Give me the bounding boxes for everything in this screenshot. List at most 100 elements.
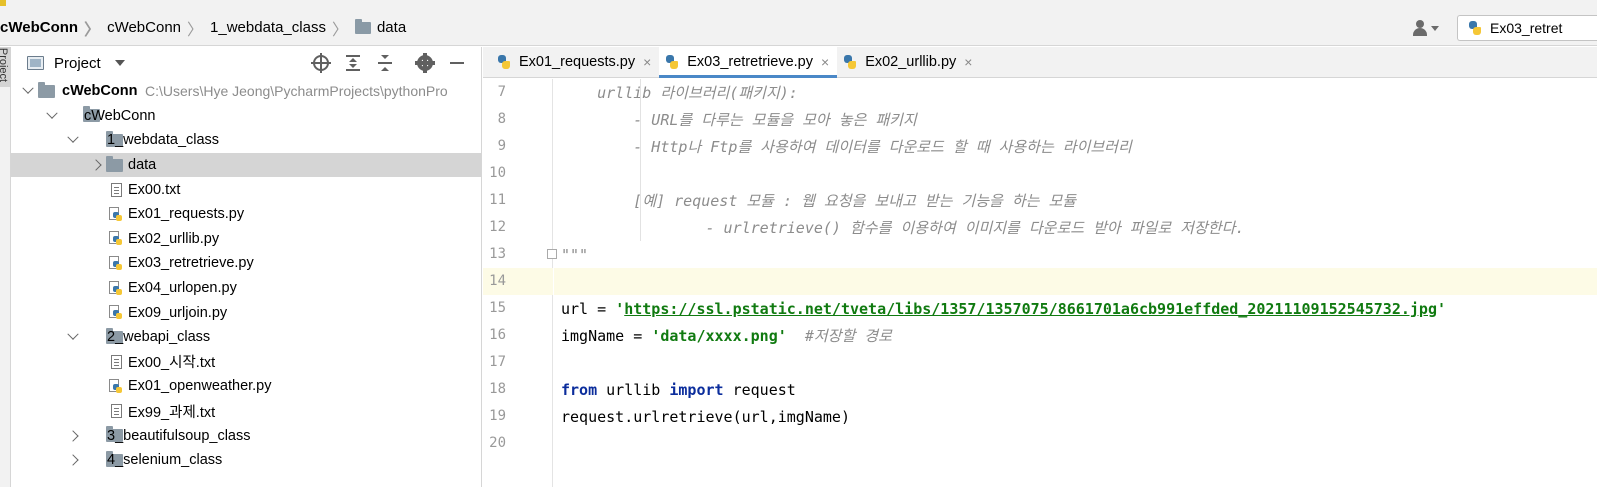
tree-file-item[interactable]: Ex99_과제.txt (11, 399, 481, 424)
fold-marker-icon[interactable] (547, 249, 557, 259)
editor-tab[interactable]: Ex02_urllib.py × (837, 47, 980, 77)
code-line[interactable]: request.urlretrieve(url,imgName) (554, 403, 1597, 430)
line-number: 15 (489, 300, 506, 316)
hide-panel-button[interactable] (441, 47, 473, 79)
line-number: 16 (489, 327, 506, 343)
code-token: 'data/xxxx.png' (651, 326, 787, 345)
chevron-right-icon[interactable] (66, 453, 80, 467)
line-number: 19 (489, 408, 506, 424)
tree-file-item[interactable]: Ex04_urlopen.py (11, 276, 481, 301)
line-number: 18 (489, 381, 506, 397)
code-token: from (561, 380, 598, 399)
code-line[interactable]: [예] request 모듈 : 웹 요청을 보내고 받는 기능을 하는 모듈 (554, 187, 1597, 214)
code-line[interactable]: imgName = 'data/xxxx.png' #저장할 경로 (554, 322, 1597, 349)
tree-item-label: Ex01_requests.py (128, 206, 245, 223)
settings-button[interactable] (409, 47, 441, 79)
close-icon[interactable]: × (643, 54, 651, 70)
tree-file-item[interactable]: Ex00.txt (11, 177, 481, 202)
tree-file-item[interactable]: Ex09_urljoin.py (11, 300, 481, 325)
text-file-icon (111, 404, 122, 419)
chevron-right-icon[interactable] (66, 429, 80, 443)
editor-tab[interactable]: Ex01_requests.py × (491, 47, 659, 77)
code-line[interactable]: url = ' https://ssl.pstatic.net/tveta/lib… (554, 295, 1597, 322)
code-line[interactable] (554, 160, 1597, 187)
breadcrumb-item[interactable]: cWebConn 〉 (0, 16, 107, 40)
breadcrumb-item[interactable]: data (354, 18, 407, 36)
python-icon (1468, 21, 1482, 35)
tree-item-label: cWebConn (62, 83, 138, 100)
tree-file-item[interactable]: Ex02_urllib.py (11, 227, 481, 252)
code-line[interactable] (554, 349, 1597, 376)
minimize-icon (450, 62, 464, 64)
breadcrumb-item[interactable]: cWebConn 〉 (107, 16, 210, 40)
python-file-icon (109, 255, 123, 271)
breadcrumb-label: data (376, 19, 407, 36)
chevron-down-icon[interactable] (66, 133, 80, 147)
run-configuration-selector[interactable]: Ex03_retret (1457, 15, 1597, 41)
close-icon[interactable]: × (821, 54, 829, 70)
user-account-icon[interactable] (1411, 17, 1441, 39)
code-token: """ (561, 245, 589, 264)
code-line[interactable]: urllib 라이브러리(패키지): (554, 79, 1597, 106)
tree-folder-item[interactable]: 2_webapi_class (11, 325, 481, 350)
python-icon (665, 55, 679, 69)
chevron-down-icon[interactable] (45, 109, 59, 123)
chevron-right-icon[interactable] (89, 158, 103, 172)
chevron-down-icon[interactable] (21, 84, 35, 98)
run-configuration-label: Ex03_retret (1490, 20, 1563, 36)
collapse-all-button[interactable] (369, 47, 401, 79)
tree-item-label: 4_selenium_class (107, 452, 223, 469)
tree-item-label: 2_webapi_class (107, 329, 211, 346)
line-number: 10 (489, 165, 506, 181)
editor-tab-bar: Ex01_requests.py × Ex03_retretrieve.py × Ex0… (483, 47, 1597, 78)
code-line[interactable]: - URL를 다루는 모듈을 모아 놓은 패키지 (554, 106, 1597, 133)
tree-folder-item[interactable]: 4_selenium_class (11, 448, 481, 473)
code-line[interactable]: - Http나 Ftp를 사용하여 데이터를 다운로드 할 때 사용하는 라이브… (554, 133, 1597, 160)
code-token: request.urlretrieve(url,imgName) (561, 407, 850, 426)
line-number: 9 (497, 138, 506, 154)
tree-file-item[interactable]: Ex01_openweather.py (11, 374, 481, 399)
code-token: urllib (597, 380, 670, 399)
tree-file-item[interactable]: Ex01_requests.py (11, 202, 481, 227)
breadcrumb-separator-icon: 〉 (331, 21, 348, 39)
project-tool-tab[interactable]: Project (0, 47, 11, 87)
breadcrumb-item[interactable]: 1_webdata_class 〉 (210, 16, 355, 40)
tree-folder-item[interactable]: data (11, 152, 481, 178)
view-selector-caret-icon[interactable] (114, 60, 125, 66)
editor-area: Ex01_requests.py × Ex03_retretrieve.py × Ex0… (483, 47, 1597, 487)
code-token: ' (1437, 299, 1447, 318)
project-panel: Project cWebConn C:\Users\Hye Jeong\Pych… (11, 47, 482, 487)
line-number: 13 (489, 246, 506, 262)
python-file-icon (109, 206, 123, 222)
code-line[interactable]: from urllib import request (554, 376, 1597, 403)
code-token: #저장할 경로 (804, 327, 892, 345)
close-icon[interactable]: × (964, 54, 972, 70)
tree-folder-item[interactable]: 1_webdata_class (11, 128, 481, 153)
code-line[interactable] (554, 430, 1597, 457)
expand-all-button[interactable] (337, 47, 369, 79)
text-file-icon (111, 182, 122, 197)
code-editor[interactable]: urllib 라이브러리(패키지): - URL를 다루는 모듈을 모아 놓은 … (547, 79, 1597, 487)
locate-file-button[interactable] (305, 47, 337, 79)
editor-tab[interactable]: Ex03_retretrieve.py × (659, 47, 838, 78)
project-panel-title[interactable]: Project (54, 55, 101, 72)
breadcrumb: cWebConn 〉 cWebConn 〉 1_webdata_class 〉 data (0, 10, 406, 45)
python-icon (843, 55, 857, 69)
tree-file-item[interactable]: Ex03_retretrieve.py (11, 251, 481, 276)
folder-icon (38, 81, 55, 98)
tree-item-label: Ex09_urljoin.py (128, 304, 228, 321)
tree-folder-item[interactable]: cWebConn C:\Users\Hye Jeong\PycharmProjec… (11, 79, 481, 104)
code-line[interactable]: """ (554, 241, 1597, 268)
tree-folder-item[interactable]: 3_beautifulsoup_class (11, 423, 481, 448)
menu-bar (0, 0, 1597, 10)
code-token: urllib 라이브러리(패키지): (561, 84, 798, 102)
breadcrumb-label: 1_webdata_class (210, 19, 326, 36)
collapse-all-icon (377, 55, 393, 71)
chevron-down-icon[interactable] (66, 330, 80, 344)
breadcrumb-separator-icon: 〉 (187, 21, 204, 39)
tree-file-item[interactable]: Ex00_시작.txt (11, 350, 481, 375)
tree-folder-item[interactable]: cWebConn (11, 104, 481, 129)
code-line[interactable]: - urlretrieve() 함수를 이용하여 이미지를 다운로드 받아 파일… (554, 214, 1597, 241)
code-line[interactable] (554, 268, 1597, 295)
project-window-icon (27, 56, 44, 70)
